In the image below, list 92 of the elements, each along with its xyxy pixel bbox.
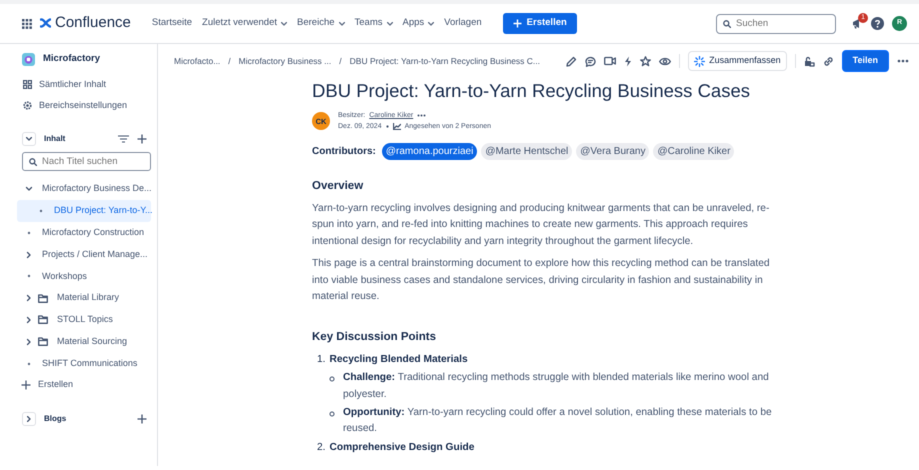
- help-icon[interactable]: [871, 16, 884, 30]
- grid-icon: [23, 80, 32, 90]
- section-heading: Key Discussion Points: [312, 331, 437, 346]
- nav-menu-item[interactable]: Bereiche: [292, 12, 350, 35]
- confluence-logo-icon: [40, 18, 51, 28]
- sparkle-icon: [694, 56, 706, 66]
- contributors-label: Contributors:: [312, 145, 376, 160]
- lightning-icon[interactable]: [624, 56, 632, 66]
- plus-icon: [512, 19, 522, 28]
- user-mention[interactable]: @Vera Burany: [576, 143, 650, 160]
- chevron-down-icon: [26, 137, 32, 142]
- page-tree-item[interactable]: Material Sourcing: [17, 330, 151, 353]
- share-button[interactable]: Teilen: [842, 50, 889, 72]
- section-heading: Overview: [312, 180, 364, 194]
- page-tree-item[interactable]: Microfactory Business De...: [17, 178, 151, 200]
- page-title: DBU Project: Yarn-to-Yarn Recycling Business Cases: [312, 80, 752, 102]
- body-paragraph: This page is a central brainstorming document to explore how this recycling method can be translated into viable business cases and standalone services, driving circularity in fashion and sustainability in material reuse.: [312, 257, 771, 304]
- chevron-down-icon[interactable]: [25, 185, 33, 194]
- star-icon[interactable]: [640, 56, 652, 66]
- chevron-right-icon: [27, 416, 31, 422]
- nav-menu-item[interactable]: Teams: [350, 12, 398, 35]
- chevron-down-icon: [428, 22, 434, 26]
- nav-menu-item[interactable]: Vorlagen: [439, 12, 487, 35]
- page-tree-item[interactable]: Workshops: [17, 265, 151, 288]
- breadcrumb-link[interactable]: Microfactory Business ...: [238, 54, 332, 68]
- chevron-right-icon[interactable]: [25, 250, 33, 259]
- nav-menu-item[interactable]: Startseite: [146, 12, 198, 35]
- user-mention[interactable]: @Marte Hentschel: [481, 143, 572, 160]
- pencil-icon[interactable]: [566, 56, 578, 66]
- space-name[interactable]: Microfactory: [43, 52, 100, 66]
- user-mention[interactable]: @Caroline Kiker: [653, 143, 734, 160]
- sidebar-link[interactable]: Sämtlicher Inhalt: [17, 74, 151, 96]
- chevron-down-icon: [386, 22, 392, 26]
- sidebar-link[interactable]: Bereichseinstellungen: [17, 95, 151, 116]
- user-mention[interactable]: @ramona.pourziaei: [382, 143, 478, 160]
- collapse-toggle[interactable]: [22, 132, 36, 146]
- dot-icon: [386, 125, 389, 128]
- body-paragraph: Yarn-to-yarn recycling involves designing and producing knitwear garments that can be unraveled, re-spun into yarn, and re-fed into knitting machines to create new garments. This approach requires intentional design for recyclability and yarn integrity throughout the garment lifecycle.: [312, 202, 770, 249]
- filter-field[interactable]: Nach Titel suchen: [22, 152, 151, 172]
- section-heading: Blogs: [44, 412, 66, 425]
- page-tree-item[interactable]: SHIFT Communications: [17, 352, 151, 374]
- filter-icon[interactable]: [118, 135, 129, 144]
- nav-menu-item[interactable]: Zuletzt verwendet: [197, 12, 292, 35]
- folder-icon: [38, 294, 48, 303]
- page-tree-item[interactable]: STOLL Topics: [17, 309, 151, 331]
- app-grid-icon[interactable]: [22, 18, 32, 28]
- product-logo[interactable]: Confluence: [55, 12, 131, 35]
- page-tree-item[interactable]: Material Library: [17, 287, 151, 310]
- list-item-title: Comprehensive Design Guide: [330, 440, 474, 455]
- breadcrumb-link[interactable]: Microfacto...: [174, 54, 220, 68]
- summarize-button[interactable]: Zusammenfassen: [688, 51, 787, 71]
- search-field[interactable]: Suchen: [716, 14, 836, 34]
- chevron-right-icon[interactable]: [25, 316, 33, 324]
- list-number: 2.: [317, 440, 326, 455]
- breadcrumb-link[interactable]: DBU Project: Yarn-to-Yarn Recycling Business C...: [350, 54, 540, 68]
- link-icon[interactable]: [822, 56, 834, 66]
- comment-icon[interactable]: [585, 56, 596, 66]
- list-item-title: Recycling Blended Materials: [330, 353, 468, 368]
- hollow-bullet-icon: [329, 411, 335, 418]
- chevron-right-icon[interactable]: [25, 338, 33, 346]
- list-number: 1.: [317, 353, 326, 368]
- create-link[interactable]: Erstellen: [17, 374, 151, 396]
- nav-menu-item[interactable]: Apps: [398, 12, 440, 35]
- space-icon: [22, 52, 35, 66]
- section-heading: Inhalt: [44, 133, 66, 146]
- list-point: Opportunity: Yarn-to-yarn recycling could offer a novel solution, enabling these materials to be reused.: [343, 406, 773, 436]
- expand-toggle[interactable]: [22, 412, 36, 426]
- chart-icon: [392, 123, 401, 130]
- more-icon[interactable]: [417, 114, 426, 118]
- video-icon[interactable]: [604, 56, 616, 66]
- gear-icon: [23, 101, 32, 110]
- breadcrumb-separator: /: [228, 54, 231, 68]
- plus-icon[interactable]: [137, 414, 147, 424]
- breadcrumb-separator: /: [339, 54, 342, 68]
- list-point: Challenge: Traditional recycling methods struggle with blended materials like merino wool and polyester.: [343, 371, 770, 402]
- search-icon: [29, 158, 37, 166]
- more-icon[interactable]: [897, 59, 909, 63]
- hollow-bullet-icon: [329, 376, 335, 382]
- lock-icon[interactable]: [804, 56, 815, 66]
- plus-icon[interactable]: [137, 134, 147, 144]
- search-icon: [723, 20, 731, 28]
- page-tree-item[interactable]: DBU Project: Yarn-to-Y...: [17, 200, 151, 222]
- plus-icon: [21, 380, 31, 390]
- chevron-right-icon[interactable]: [25, 294, 33, 302]
- chevron-down-icon: [338, 22, 345, 26]
- create-button[interactable]: Erstellen: [502, 13, 577, 34]
- page-tree-item[interactable]: Projects / Client Manage...: [17, 244, 151, 266]
- chevron-down-icon: [281, 22, 288, 26]
- folder-icon: [38, 315, 48, 324]
- page-tree-item[interactable]: Microfactory Construction: [17, 222, 151, 244]
- eye-icon[interactable]: [659, 56, 672, 66]
- folder-icon: [38, 337, 48, 346]
